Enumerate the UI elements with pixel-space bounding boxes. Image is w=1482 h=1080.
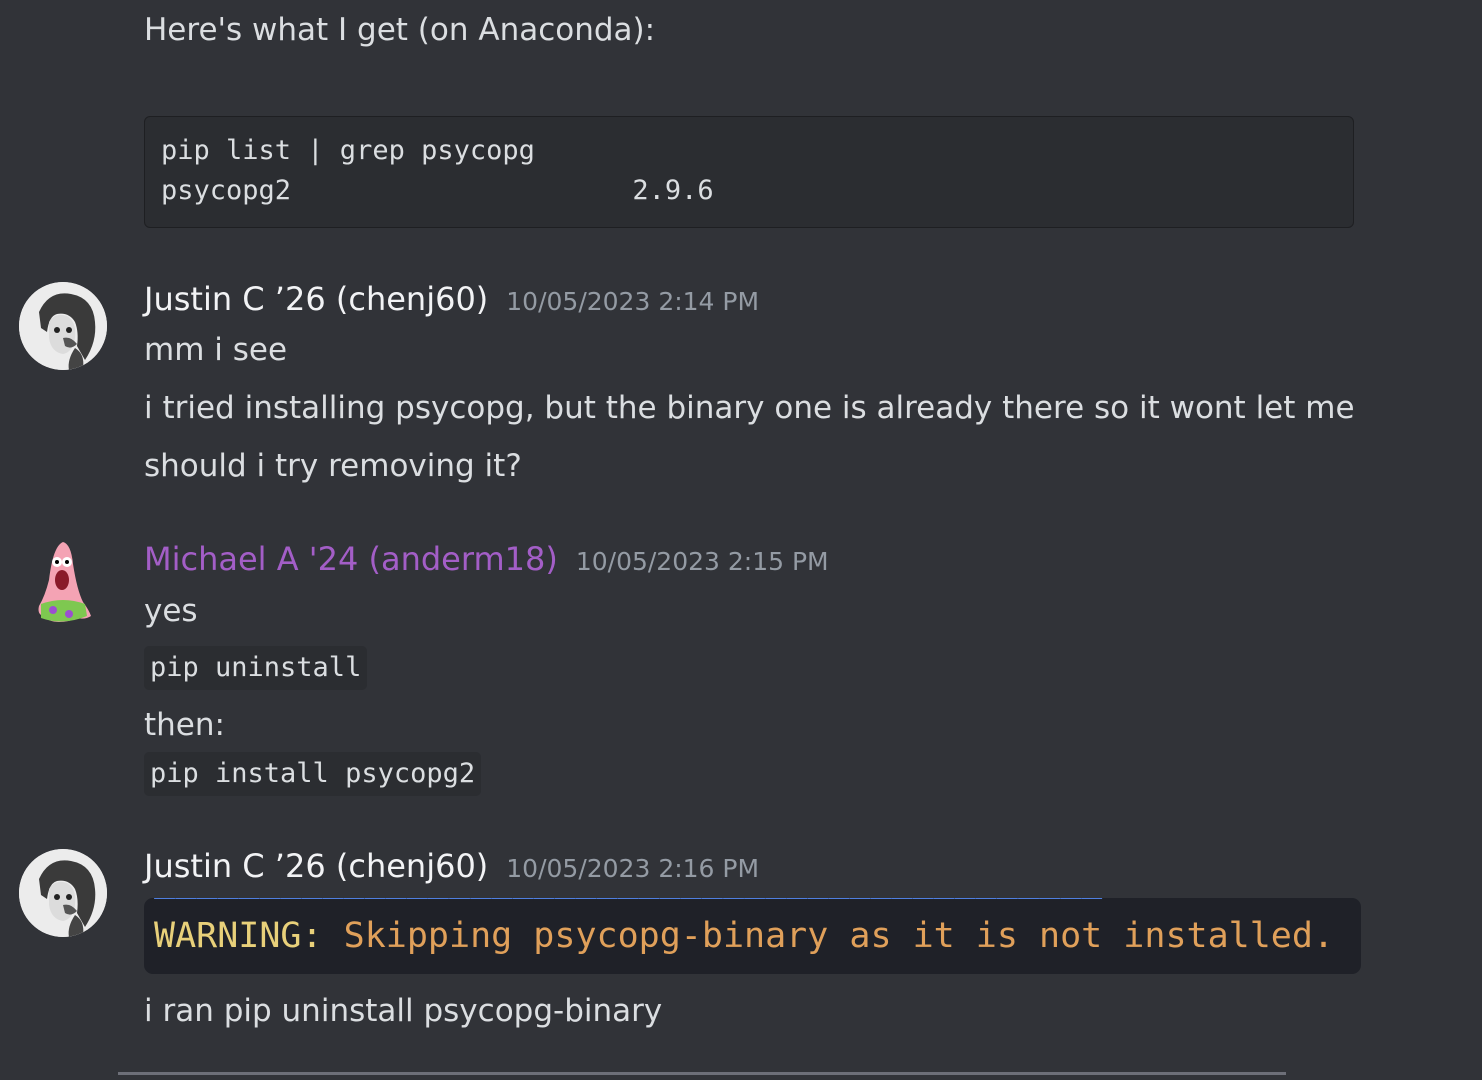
message-text: i tried installing psycopg, but the bina… <box>144 390 1355 426</box>
author-name[interactable]: Justin C ’26 (chenj60) <box>144 847 488 885</box>
message-header: Justin C ’26 (chenj60) 10/05/2023 2:16 P… <box>144 847 759 885</box>
cropped-terminal-line: ▬▬▬▬▬▬▬▬▬▬▬▬▬▬▬▬▬▬▬▬▬▬▬▬▬▬▬▬▬▬▬▬▬▬▬▬▬▬▬▬… <box>154 958 1102 974</box>
inline-code: pip uninstall <box>144 646 368 690</box>
message-text: yes <box>144 593 198 629</box>
avatar[interactable] <box>19 282 107 370</box>
cropped-terminal-line: ▬▬▬▬▬▬▬▬▬▬▬▬▬▬▬▬▬▬▬▬▬▬▬▬▬▬▬▬▬▬▬▬▬▬▬▬▬▬▬▬… <box>154 898 1102 914</box>
horizontal-scrollbar[interactable] <box>118 1072 1286 1075</box>
message-text: should i try removing it? <box>144 448 522 484</box>
timestamp: 10/05/2023 2:15 PM <box>575 547 829 576</box>
avatar[interactable] <box>19 849 107 937</box>
message-text: Here's what I get (on Anaconda): <box>144 12 656 48</box>
message-text: mm i see <box>144 332 288 368</box>
timestamp: 10/05/2023 2:16 PM <box>506 854 760 883</box>
message-header: Michael A '24 (anderm18) 10/05/2023 2:15… <box>144 540 829 578</box>
avatar-illustration-icon <box>19 849 107 937</box>
message-header: Justin C ’26 (chenj60) 10/05/2023 2:14 P… <box>144 280 759 318</box>
avatar-illustration-icon <box>19 282 107 370</box>
image-attachment[interactable]: ▬▬▬▬▬▬▬▬▬▬▬▬▬▬▬▬▬▬▬▬▬▬▬▬▬▬▬▬▬▬▬▬▬▬▬▬▬▬▬▬… <box>144 898 1361 974</box>
code-line: psycopg2 2.9.6 <box>161 175 714 206</box>
avatar[interactable] <box>19 540 107 628</box>
terminal-warning: WARNING: Skipping psycopg-binary as it i… <box>154 914 1334 958</box>
message-text: then: <box>144 707 225 743</box>
avatar-patrick-icon <box>38 542 91 622</box>
chat-messages: Here's what I get (on Anaconda): pip lis… <box>0 0 1482 1080</box>
warning-keyword: WARNING: <box>154 916 323 956</box>
code-block[interactable]: pip list | grep psycopg psycopg2 2.9.6 <box>144 116 1354 228</box>
code-line: pip list | grep psycopg <box>161 135 535 166</box>
timestamp: 10/05/2023 2:14 PM <box>506 287 760 316</box>
inline-code: pip install psycopg2 <box>144 752 482 796</box>
author-name[interactable]: Michael A '24 (anderm18) <box>144 540 558 578</box>
warning-text: Skipping psycopg-binary as it is not ins… <box>322 916 1335 956</box>
author-name[interactable]: Justin C ’26 (chenj60) <box>144 280 488 318</box>
message-text: i ran pip uninstall psycopg-binary <box>144 993 663 1029</box>
